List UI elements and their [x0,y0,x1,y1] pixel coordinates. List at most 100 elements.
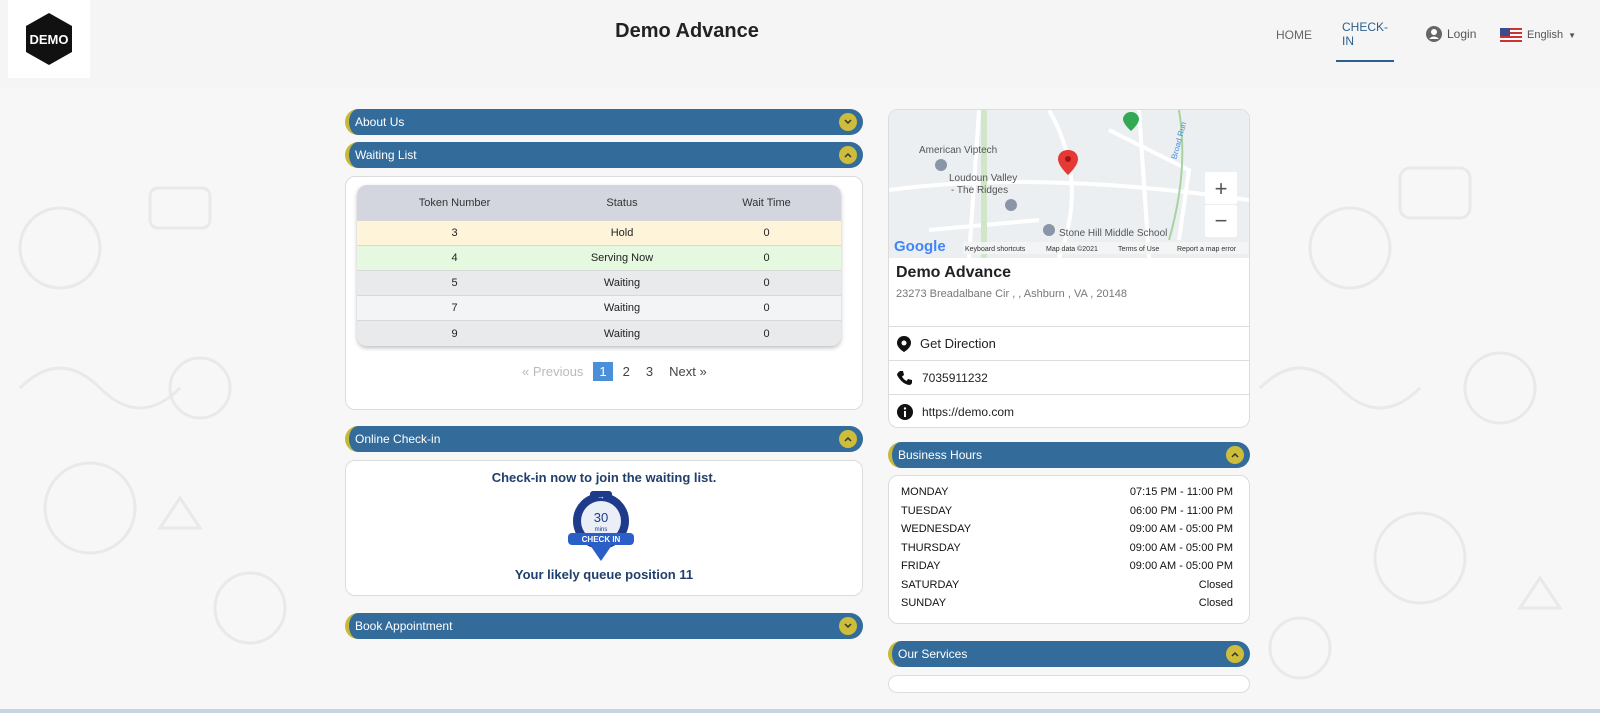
page-3-button[interactable]: 3 [640,362,659,381]
zoom-in-button: + [1215,176,1228,201]
table-row: 7 Waiting 0 [357,296,841,321]
table-header-row: Token Number Status Wait Time [357,185,841,221]
waiting-table: Token Number Status Wait Time 3 Hold 0 4… [357,185,841,346]
status-cell: Waiting [603,327,641,340]
token-cell: 5 [451,277,458,289]
table-row: 9 Waiting 0 [357,321,841,346]
queue-position: Your likely queue position 11 [514,567,694,582]
website-link[interactable]: https://demo.com [889,394,1249,427]
language-select[interactable]: English ▼ [1500,28,1576,42]
badge-unit: mins [595,527,608,533]
day-label: MONDAY [901,486,949,498]
phone-icon [897,370,912,385]
our-services-label: Our Services [898,647,968,661]
map-label: Loudoun Valley [949,173,1017,184]
token-cell: 9 [451,327,458,340]
day-label: THURSDAY [901,541,961,554]
waiting-list-card: Token Number Status Wait Time 3 Hold 0 4… [345,176,863,410]
day-label: WEDNESDAY [901,523,972,535]
location-card: American Viptech Loudoun Valley - The Ri… [888,109,1250,428]
map-label: Stone Hill Middle School [1059,228,1167,239]
previous-page-button[interactable]: « Previous [516,362,589,381]
our-services-card [888,675,1250,693]
hours-value: 09:00 AM - 05:00 PM [1129,560,1233,572]
table-row: 3 Hold 0 [357,221,841,246]
chevron-up-icon[interactable] [1226,446,1244,464]
wait-cell: 0 [763,252,770,264]
business-hours-header[interactable]: Business Hours [888,442,1250,468]
map-footer-link: Report a map error [1177,246,1237,253]
hours-row: FRIDAY 09:00 AM - 05:00 PM [901,560,1233,579]
hours-row: SUNDAY Closed [901,597,1233,616]
online-checkin-header[interactable]: Online Check-in [345,426,863,452]
phone-number: 7035911232 [922,370,988,385]
nav-login[interactable]: Login [1426,26,1476,42]
about-us-header[interactable]: About Us [345,109,863,135]
hours-value: Closed [1198,578,1233,591]
page-2-button[interactable]: 2 [617,362,636,381]
chevron-up-icon[interactable] [839,146,857,164]
footer-divider [0,709,1600,713]
map[interactable]: American Viptech Loudoun Valley - The Ri… [889,110,1249,258]
business-name: Demo Advance [896,264,1011,281]
hours-value: 09:00 AM - 05:00 PM [1129,541,1233,554]
wait-cell: 0 [763,302,770,314]
chevron-down-icon[interactable] [839,113,857,131]
table-row: 5 Waiting 0 [357,271,841,296]
wait-cell: 0 [763,327,770,340]
day-label: SUNDAY [901,597,947,609]
status-cell: Waiting [603,277,641,289]
svg-text:→: → [597,492,605,501]
table-row: 4 Serving Now 0 [357,246,841,271]
phone-link[interactable]: 7035911232 [889,360,1249,394]
map-marker-icon [897,335,911,352]
us-flag-icon [1500,28,1522,42]
checkin-badge-button[interactable]: → 30 mins CHECK IN [566,491,636,572]
business-hours-label: Business Hours [898,448,983,462]
token-cell: 4 [451,252,458,264]
chevron-down-icon[interactable] [839,617,857,635]
nav-home[interactable]: HOME [1270,8,1318,62]
pagination: « Previous 1 2 3 Next » [516,362,713,381]
hours-value: 06:00 PM - 11:00 PM [1129,504,1233,517]
logo-text: DEMO [30,32,69,47]
site-title: Demo Advance [615,20,759,42]
hours-row: SATURDAY Closed [901,579,1233,598]
hours-value: 07:15 PM - 11:00 PM [1129,486,1233,498]
nav-checkin[interactable]: CHECK-IN [1336,8,1395,62]
hours-value: Closed [1198,597,1233,609]
badge-number: 30 [594,510,608,525]
checkin-headline: Check-in now to join the waiting list. [491,470,717,485]
hours-row: MONDAY 07:15 PM - 11:00 PM [901,486,1233,505]
map-label: - The Ridges [951,185,1008,196]
page-1-button[interactable]: 1 [593,362,613,381]
map-footer-link: Keyboard shortcuts [965,246,1026,253]
hours-value: 09:00 AM - 05:00 PM [1129,523,1233,535]
waiting-list-label: Waiting List [355,148,417,162]
logo-hexagon-icon: DEMO [26,13,72,65]
next-page-button[interactable]: Next » [663,362,713,381]
language-label: English [1527,29,1564,41]
column-header: Status [606,196,638,209]
zoom-out-button: − [1215,208,1228,233]
logo[interactable]: DEMO [8,0,90,78]
map-footer-link: Terms of Use [1118,246,1159,253]
get-direction-label: Get Direction [920,336,996,351]
book-appointment-header[interactable]: Book Appointment [345,613,863,639]
day-label: FRIDAY [901,560,941,572]
get-direction-button[interactable]: Get Direction [889,326,1249,360]
status-cell: Waiting [603,302,641,314]
online-checkin-label: Online Check-in [355,432,441,446]
chevron-up-icon[interactable] [839,430,857,448]
map-label: American Viptech [919,145,997,156]
our-services-header[interactable]: Our Services [888,641,1250,667]
about-us-label: About Us [355,115,405,129]
waiting-list-header[interactable]: Waiting List [345,142,863,168]
website-url: https://demo.com [922,404,1015,419]
day-label: SATURDAY [901,578,960,591]
business-address: 23273 Breadalbane Cir , , Ashburn , VA ,… [896,288,1127,300]
status-cell: Hold [610,227,634,239]
wait-cell: 0 [763,277,770,289]
chevron-up-icon[interactable] [1226,645,1244,663]
column-header: Wait Time [742,196,791,209]
